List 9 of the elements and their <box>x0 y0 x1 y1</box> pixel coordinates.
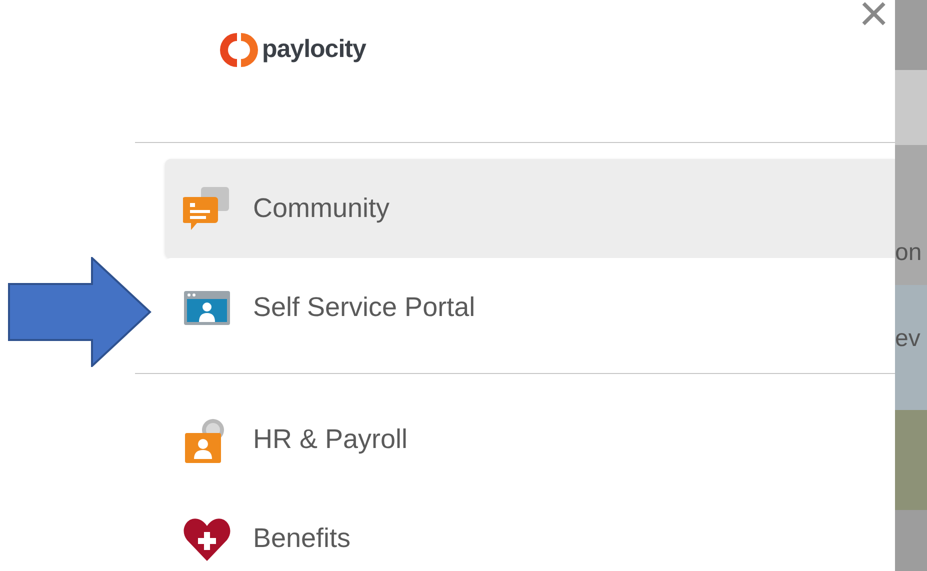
logo-text: paylocity <box>262 34 366 66</box>
background-text: ev <box>895 324 920 354</box>
logo-icon <box>220 31 258 69</box>
menu-item[interactable]: Community <box>165 159 895 258</box>
background-text: on <box>895 238 922 268</box>
heart-plus-icon <box>183 516 231 562</box>
chat-bubbles-icon <box>183 184 231 232</box>
id-card-icon <box>183 290 231 326</box>
close-button[interactable]: × <box>858 0 889 40</box>
